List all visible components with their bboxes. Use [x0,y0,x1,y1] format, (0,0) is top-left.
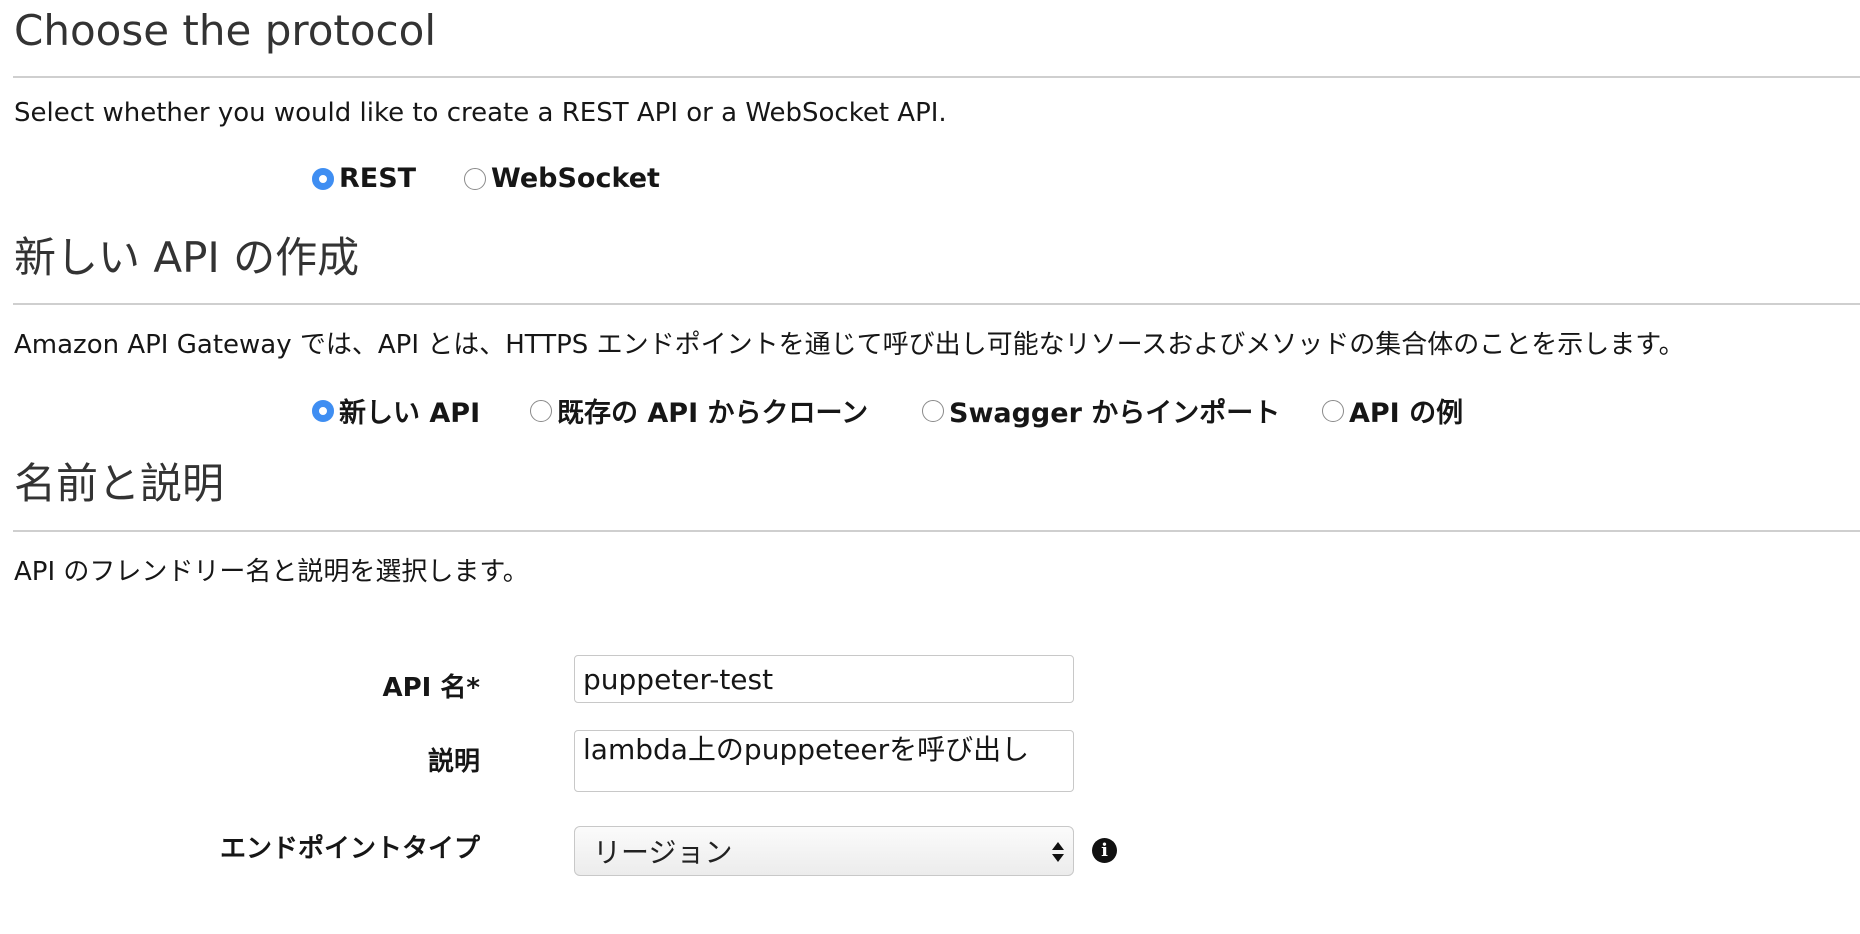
api-name-input[interactable] [574,655,1074,703]
radio-unselected-icon[interactable] [922,399,944,422]
endpoint-type-label: エンドポイントタイプ [219,834,480,864]
radio-example-api-label: API の例 [1349,398,1464,429]
protocol-description: Select whether you would like to create … [14,98,947,128]
radio-clone-api[interactable]: 既存の API からクローン [530,391,868,430]
radio-websocket-label: WebSocket [491,163,660,194]
protocol-section-title: Choose the protocol [14,6,437,55]
radio-websocket[interactable]: WebSocket [464,163,660,194]
name-desc-description: API のフレンドリー名と説明を選択します。 [14,557,529,587]
radio-clone-api-label: 既存の API からクローン [557,398,869,429]
radio-selected-icon[interactable] [312,167,334,190]
radio-unselected-icon[interactable] [530,399,552,422]
section-divider [13,76,1860,78]
radio-rest[interactable]: REST [312,163,416,194]
description-textarea[interactable]: lambda上のpuppeteerを呼び出し [574,730,1074,792]
radio-new-api-label: 新しい API [339,398,481,429]
radio-selected-icon[interactable] [312,399,334,422]
radio-rest-label: REST [339,163,417,194]
endpoint-type-select[interactable]: リージョン [574,826,1074,876]
select-arrows-icon [1052,842,1064,862]
api-name-label: API 名* [382,673,480,703]
radio-import-swagger-label: Swagger からインポート [949,398,1281,429]
info-icon[interactable]: i [1092,838,1117,863]
section-divider [13,530,1860,532]
name-desc-section-title: 名前と説明 [14,459,225,508]
create-api-description: Amazon API Gateway では、API とは、HTTPS エンドポイ… [14,330,1685,360]
section-divider [13,303,1860,305]
radio-example-api[interactable]: API の例 [1322,391,1463,430]
create-api-section-title: 新しい API の作成 [14,233,360,282]
radio-unselected-icon[interactable] [464,167,486,190]
radio-import-swagger[interactable]: Swagger からインポート [922,391,1280,430]
radio-unselected-icon[interactable] [1322,399,1344,422]
endpoint-type-value: リージョン [593,836,733,869]
radio-new-api[interactable]: 新しい API [312,391,480,430]
description-label: 説明 [427,747,480,777]
